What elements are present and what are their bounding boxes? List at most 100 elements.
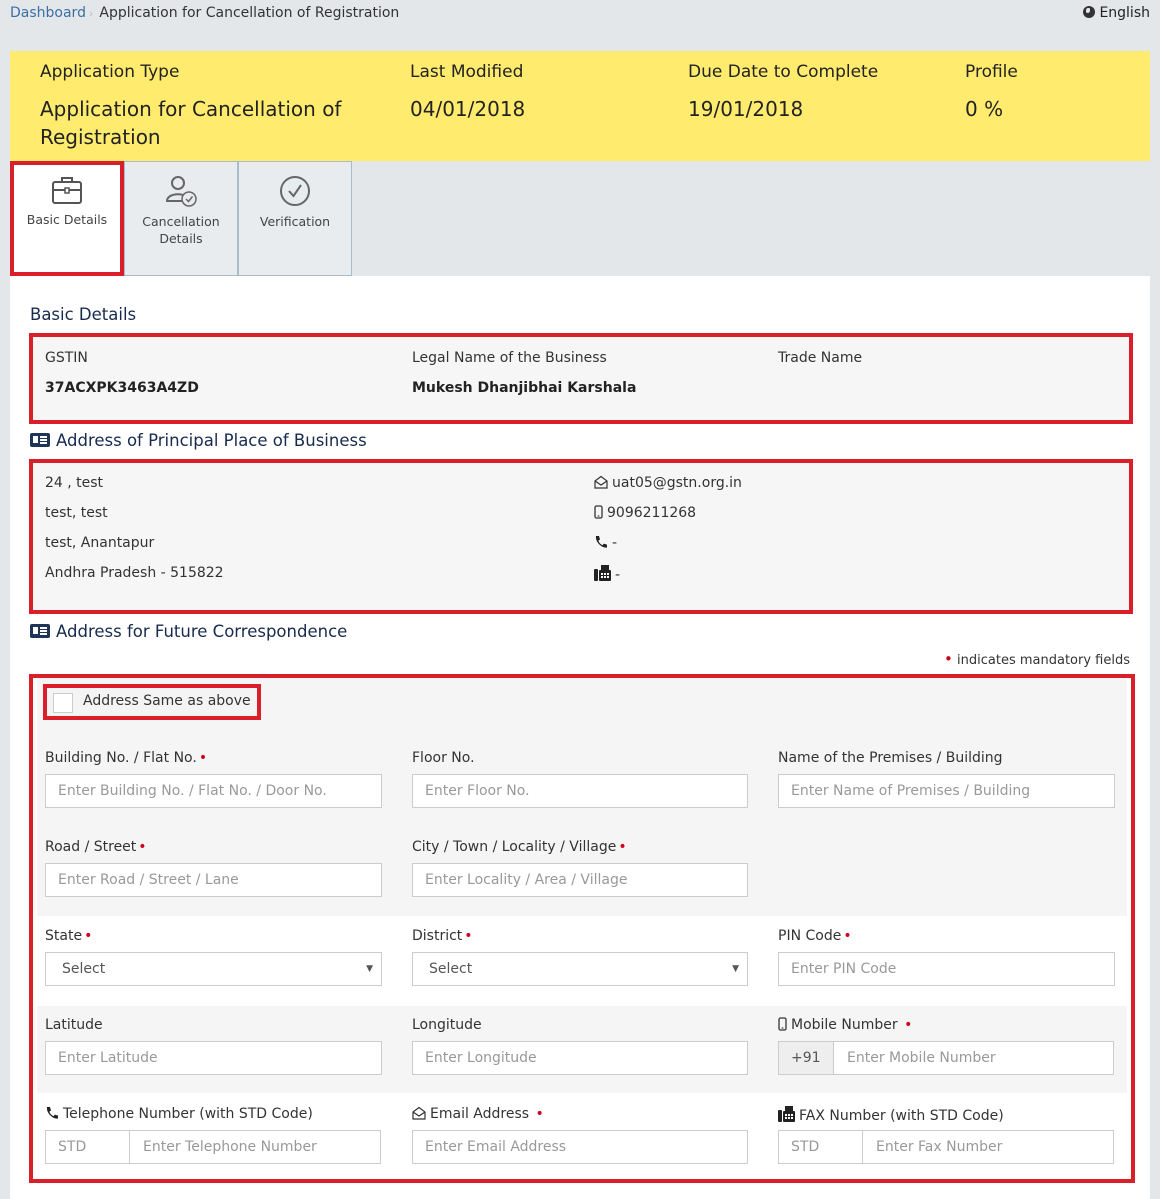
last-modified-value: 04/01/2018 [410, 97, 526, 121]
floor-label: Floor No. [412, 750, 475, 766]
caret-down-icon: ▼ [732, 964, 739, 974]
longitude-placeholder: Enter Longitude [425, 1050, 537, 1066]
profile-label: Profile [965, 62, 1018, 82]
trade-name-label: Trade Name [778, 350, 863, 366]
envelope-open-icon [594, 475, 608, 489]
principal-telephone-value: - [612, 535, 618, 551]
application-type: Application Type Application for Cancell… [40, 62, 370, 151]
longitude-input[interactable]: Enter Longitude [412, 1041, 748, 1075]
gstin-value: 37ACXPK3463A4ZD [45, 380, 199, 396]
required-dot-icon: • [904, 1017, 913, 1033]
application-type-label: Application Type [40, 62, 180, 82]
required-dot-icon: • [944, 650, 953, 668]
application-info-bar: Application Type Application for Cancell… [10, 51, 1150, 161]
required-dot-icon: • [84, 928, 93, 944]
mobile-label-text: Mobile Number [791, 1017, 898, 1033]
district-label: District • [412, 928, 473, 944]
tab-cancellation-details-label: Cancellation Details [142, 214, 220, 246]
telephone-std-input[interactable]: STD [46, 1131, 130, 1163]
principal-address-box: 24 , test test, test test, Anantapur And… [29, 459, 1133, 614]
caret-down-icon: ▼ [366, 964, 373, 974]
district-select[interactable]: Select ▼ [412, 952, 748, 986]
city-label: City / Town / Locality / Village • [412, 839, 627, 855]
tab-basic-details[interactable]: Basic Details [10, 161, 124, 276]
language-selector[interactable]: English [1083, 5, 1150, 21]
principal-fax: - [594, 565, 620, 583]
principal-address-title: Address of Principal Place of Business [30, 431, 367, 450]
globe-icon [1083, 6, 1096, 18]
premises-input[interactable]: Enter Name of Premises / Building [778, 774, 1115, 808]
state-select[interactable]: Select ▼ [45, 952, 382, 986]
due-date-label: Due Date to Complete [688, 62, 879, 82]
latitude-input[interactable]: Enter Latitude [45, 1041, 382, 1075]
fax-icon [594, 565, 611, 581]
road-label-text: Road / Street [45, 839, 137, 855]
principal-email-value: uat05@gstn.org.in [612, 475, 742, 491]
application-type-value: Application for Cancellation of Registra… [40, 97, 342, 149]
principal-mobile-value: 9096211268 [607, 505, 697, 521]
fax-label: FAX Number (with STD Code) [778, 1106, 1004, 1124]
pin-label-text: PIN Code [778, 928, 842, 944]
address-line: test, Anantapur [45, 535, 155, 551]
address-line: 24 , test [45, 475, 104, 491]
top-bar: Dashboard › Application for Cancellation o… [10, 5, 1150, 25]
pin-input[interactable]: Enter PIN Code [778, 952, 1115, 986]
latitude-placeholder: Enter Latitude [58, 1050, 158, 1066]
road-input[interactable]: Enter Road / Street / Lane [45, 863, 382, 897]
road-placeholder: Enter Road / Street / Lane [58, 872, 239, 888]
briefcase-icon [52, 177, 82, 204]
breadcrumb-current: Application for Cancellation of Registra… [99, 5, 400, 21]
email-placeholder: Enter Email Address [425, 1139, 567, 1155]
address-card-icon [30, 433, 50, 447]
mobile-input-group[interactable]: +91 Enter Mobile Number [778, 1041, 1114, 1075]
due-date-value: 19/01/2018 [688, 97, 804, 121]
envelope-open-icon [412, 1106, 426, 1120]
building-label: Building No. / Flat No. • [45, 750, 207, 766]
mobile-icon [594, 505, 603, 519]
check-circle-icon [280, 176, 310, 206]
premises-label: Name of the Premises / Building [778, 750, 1003, 766]
address-line: Andhra Pradesh - 515822 [45, 565, 224, 581]
breadcrumb-dashboard-link[interactable]: Dashboard [10, 5, 86, 21]
fax-std-input[interactable]: STD [779, 1131, 863, 1163]
future-address-title: Address for Future Correspondence [30, 622, 347, 641]
floor-input[interactable]: Enter Floor No. [412, 774, 748, 808]
city-label-text: City / Town / Locality / Village [412, 839, 617, 855]
pin-label: PIN Code • [778, 928, 852, 944]
principal-address-title-text: Address of Principal Place of Business [56, 431, 367, 450]
district-selected-value: Select [429, 961, 473, 977]
fax-placeholder: Enter Fax Number [876, 1139, 1003, 1155]
required-dot-icon: • [198, 750, 208, 766]
future-address-title-text: Address for Future Correspondence [56, 622, 348, 641]
required-dot-icon: • [464, 928, 473, 944]
building-label-text: Building No. / Flat No. [45, 750, 197, 766]
same-as-above-checkbox[interactable] [53, 693, 73, 713]
phone-icon [595, 536, 607, 548]
building-input[interactable]: Enter Building No. / Flat No. / Door No. [45, 774, 382, 808]
fax-input-group[interactable]: STD Enter Fax Number [778, 1130, 1114, 1164]
required-dot-icon: • [138, 839, 147, 855]
profile: Profile 0 % [965, 62, 1018, 123]
due-date: Due Date to Complete 19/01/2018 [688, 62, 878, 123]
principal-fax-value: - [615, 567, 621, 583]
main-panel: Basic Details GSTIN 37ACXPK3463A4ZD Lega… [10, 276, 1150, 1199]
city-placeholder: Enter Locality / Area / Village [425, 872, 628, 888]
email-label-text: Email Address [430, 1106, 530, 1122]
longitude-label: Longitude [412, 1017, 482, 1033]
email-label: Email Address • [412, 1106, 544, 1122]
required-dot-icon: • [618, 839, 627, 855]
tab-verification[interactable]: Verification [238, 161, 352, 276]
mandatory-note-text: indicates mandatory fields [957, 653, 1130, 668]
last-modified: Last Modified 04/01/2018 [410, 62, 525, 123]
basic-details-box: GSTIN 37ACXPK3463A4ZD Legal Name of the … [29, 333, 1133, 424]
email-input[interactable]: Enter Email Address [412, 1130, 748, 1164]
tab-cancellation-details[interactable]: Cancellation Details [124, 161, 238, 276]
fax-icon [778, 1106, 795, 1122]
gstin-label: GSTIN [45, 350, 88, 366]
telephone-input-group[interactable]: STD Enter Telephone Number [45, 1130, 381, 1164]
future-address-form: Address Same as above Building No. / Fla… [29, 674, 1135, 1183]
telephone-placeholder: Enter Telephone Number [143, 1139, 317, 1155]
city-input[interactable]: Enter Locality / Area / Village [412, 863, 748, 897]
same-as-above-label[interactable]: Address Same as above [83, 693, 251, 709]
district-label-text: District [412, 928, 463, 944]
